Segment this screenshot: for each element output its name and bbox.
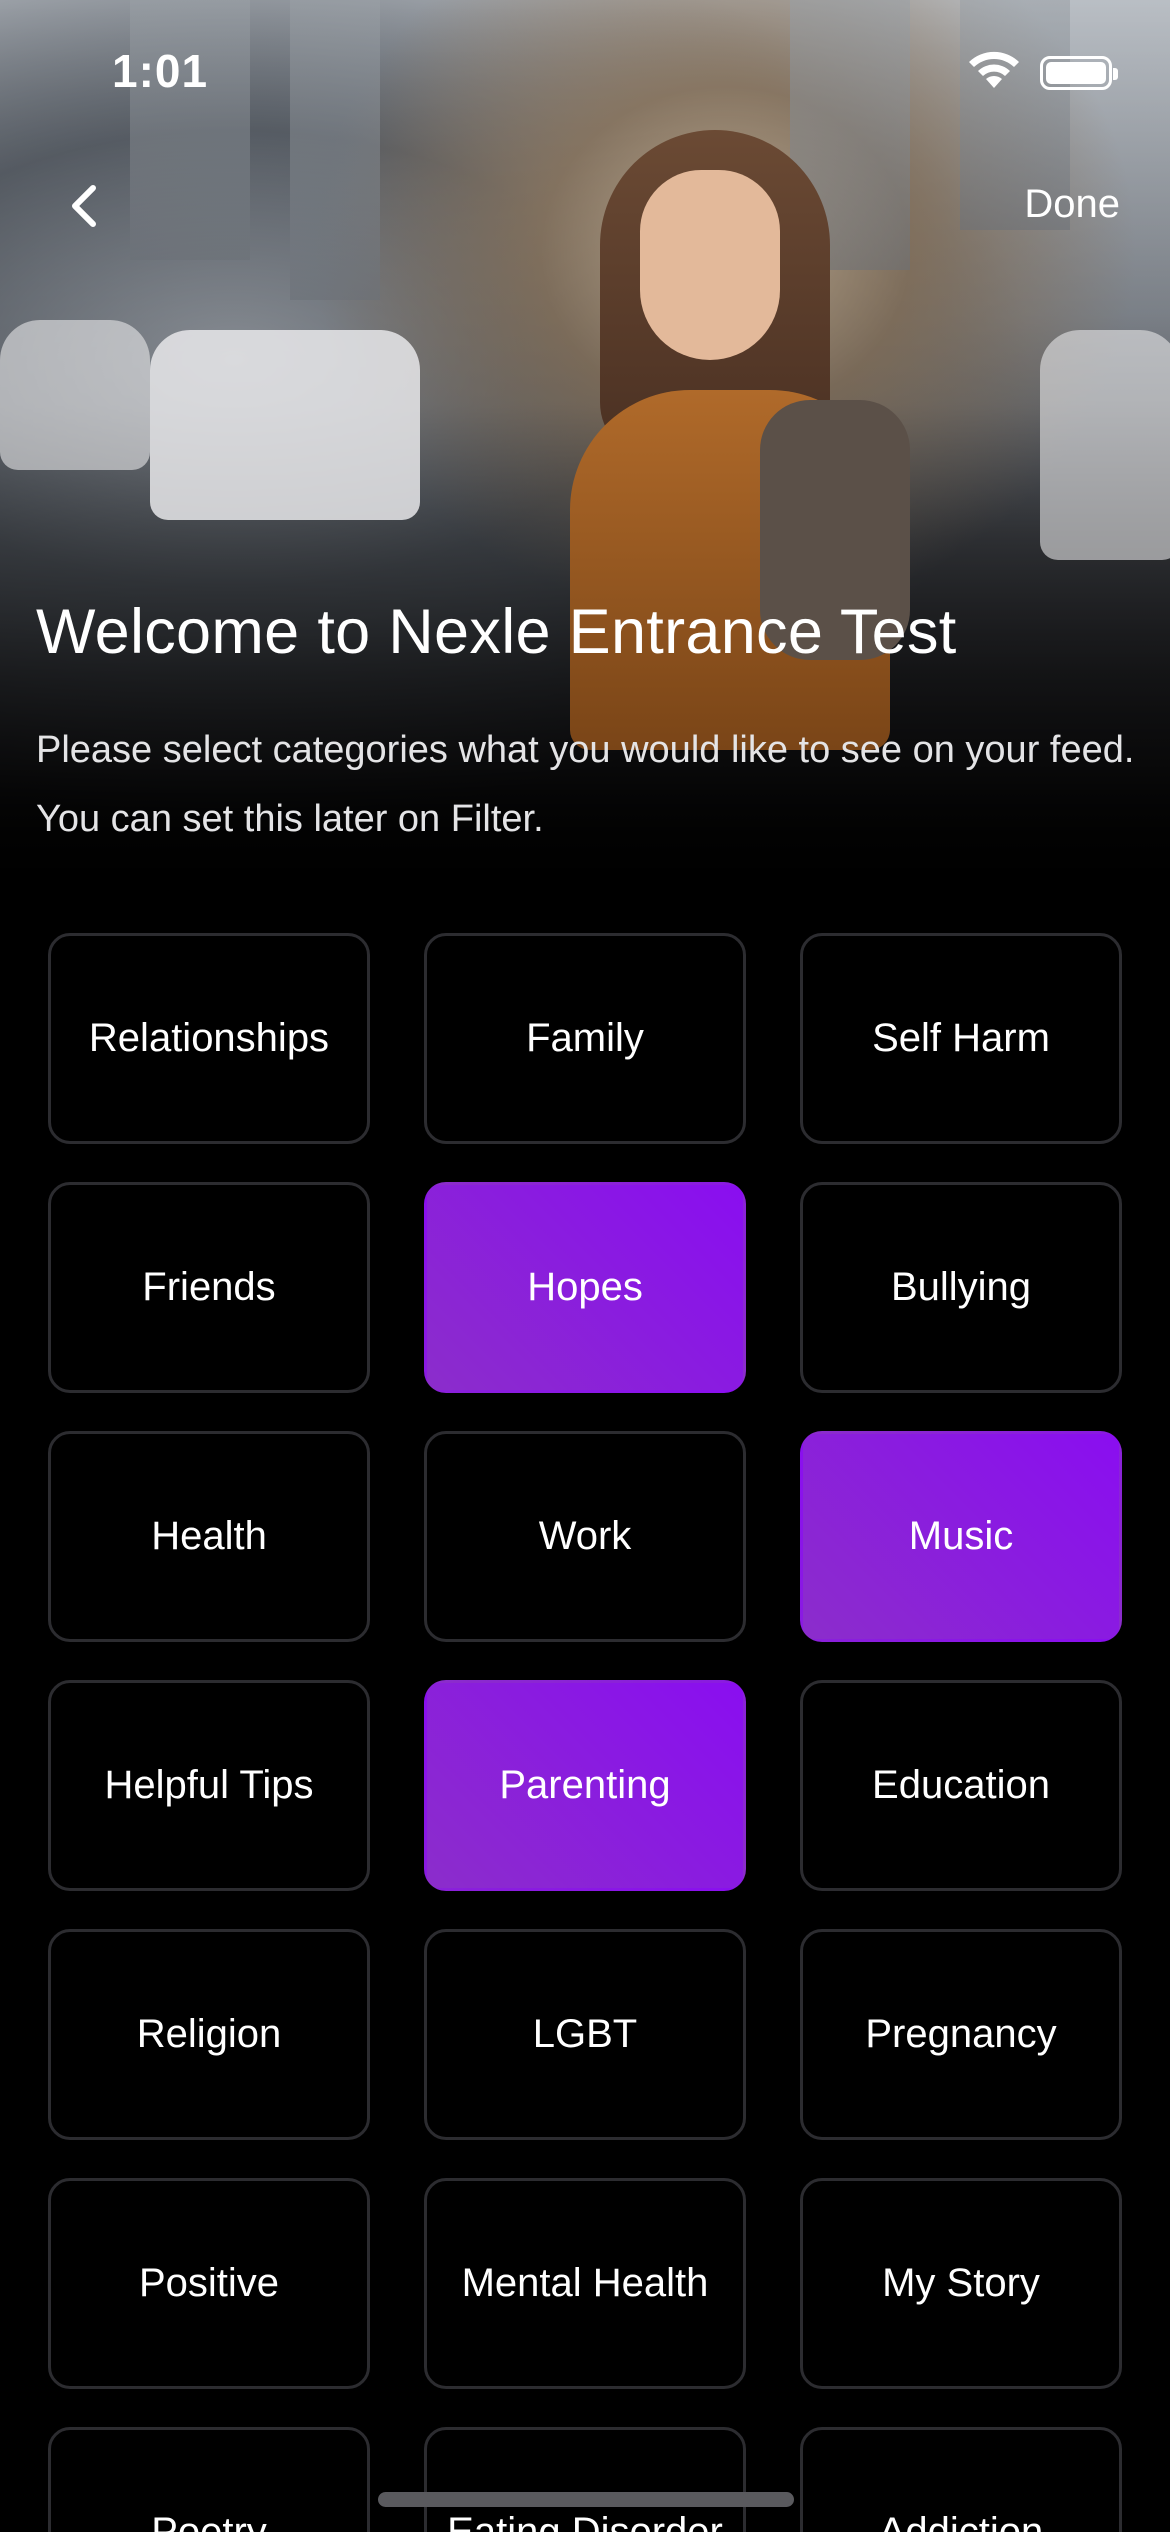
category-label: Health [151,1514,267,1558]
done-button[interactable]: Done [1024,182,1120,227]
category-label: Helpful Tips [104,1763,314,1807]
category-label: Work [538,1514,632,1558]
category-card[interactable]: Family [424,933,746,1144]
category-card[interactable]: Relationships [48,933,370,1144]
category-card[interactable]: Helpful Tips [48,1680,370,1891]
category-label: Addiction [878,2510,1044,2532]
category-label: Religion [136,2012,282,2056]
category-card[interactable]: Poetry [48,2427,370,2532]
chevron-left-icon [72,185,96,227]
category-card[interactable]: Education [800,1680,1122,1891]
category-label: Poetry [151,2510,267,2532]
category-label: Positive [138,2261,280,2305]
category-card[interactable]: Hopes [424,1182,746,1393]
category-label: Hopes [527,1265,643,1309]
category-label: Self Harm [872,1016,1050,1060]
category-card[interactable]: Parenting [424,1680,746,1891]
category-card[interactable]: My Story [800,2178,1122,2389]
category-label: Eating Disorder [447,2510,723,2532]
category-card[interactable]: Music [800,1431,1122,1642]
background-car [1040,330,1170,560]
battery-level [1046,62,1106,84]
category-label: Relationships [88,1016,330,1060]
category-card[interactable]: Pregnancy [800,1929,1122,2140]
background-car [0,320,150,470]
category-label: Friends [142,1265,276,1309]
category-card[interactable]: Mental Health [424,2178,746,2389]
category-label: My Story [882,2261,1040,2305]
wifi-icon [969,51,1019,88]
home-indicator [378,2492,794,2507]
category-label: LGBT [532,2012,638,2056]
person-face [640,170,780,360]
category-grid: Relationships Family Self Harm Friends H… [48,933,1122,2532]
category-card[interactable]: Friends [48,1182,370,1393]
background-car [150,330,420,520]
category-label: Education [872,1763,1050,1807]
page-subtitle: Please select categories what you would … [36,729,1135,840]
category-label: Bullying [890,1265,1032,1309]
category-card[interactable]: Religion [48,1929,370,2140]
battery-icon [1040,56,1118,90]
category-card[interactable]: Positive [48,2178,370,2389]
category-label: Mental Health [461,2261,709,2305]
category-card[interactable]: Addiction [800,2427,1122,2532]
category-card[interactable]: LGBT [424,1929,746,2140]
category-card[interactable]: Work [424,1431,746,1642]
category-label: Music [908,1514,1014,1558]
category-card[interactable]: Self Harm [800,933,1122,1144]
category-card[interactable]: Health [48,1431,370,1642]
category-label: Family [526,1016,644,1060]
category-card[interactable]: Eating Disorder [424,2427,746,2532]
status-time: 1:01 [112,45,209,97]
onboarding-screen: 1:01 Done Welcome to Nexle Entrance Test… [0,0,1170,2532]
back-button[interactable] [56,178,112,234]
status-bar: 1:01 [0,0,1170,140]
category-label: Pregnancy [865,2012,1057,2056]
category-card[interactable]: Bullying [800,1182,1122,1393]
category-label: Parenting [499,1763,671,1807]
page-title: Welcome to Nexle Entrance Test [36,597,957,667]
